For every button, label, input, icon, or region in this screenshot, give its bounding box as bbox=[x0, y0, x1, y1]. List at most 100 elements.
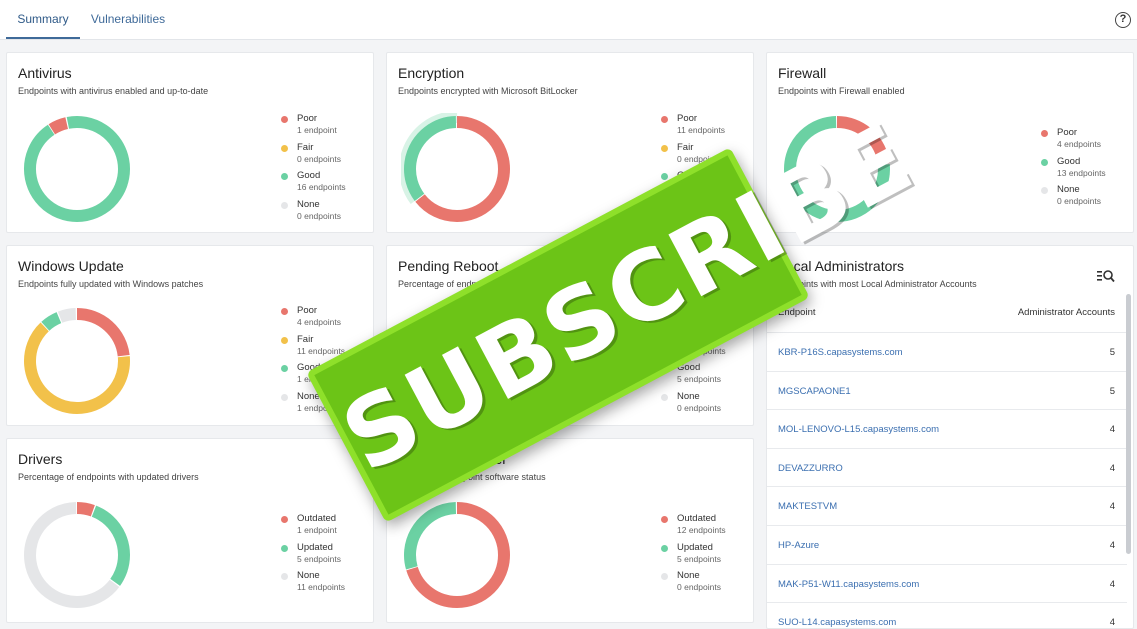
legend-item-good[interactable]: Good 13 endpoints bbox=[1041, 156, 1106, 185]
legend-count: 16 endpoints bbox=[297, 182, 346, 192]
endpoint-link[interactable]: MOL-LENOVO-L15.capasystems.com bbox=[778, 424, 939, 435]
table-row: MGSCAPAONE1 5 bbox=[767, 370, 1127, 410]
endpoint-link[interactable]: MGSCAPAONE1 bbox=[778, 386, 851, 397]
local-administrators-card: Local Administrators Endpoints with most… bbox=[766, 245, 1134, 629]
table-row: DEVAZZURRO 4 bbox=[767, 447, 1127, 487]
card-title: Firewall bbox=[778, 65, 827, 81]
legend-count: 0 endpoints bbox=[297, 210, 341, 221]
legend-count: 1 endpoint bbox=[297, 525, 337, 535]
endpoint-link[interactable]: MAK-P51-W11.capasystems.com bbox=[778, 579, 919, 590]
admin-account-count: 4 bbox=[1109, 462, 1115, 474]
legend-item-good[interactable]: Good 16 endpoints bbox=[281, 170, 346, 199]
legend-count: 5 endpoints bbox=[677, 374, 721, 384]
donut-chart[interactable] bbox=[401, 499, 513, 611]
legend-dot-icon bbox=[281, 393, 288, 401]
legend-count: 0 endpoints bbox=[297, 153, 341, 164]
legend-item-outdated[interactable]: Outdated 12 endpoints bbox=[661, 513, 726, 542]
legend-item-none[interactable]: None0 endpoints bbox=[661, 391, 726, 420]
card-subtitle: Percentage of endpoints with updated dri… bbox=[18, 472, 199, 482]
table-row: MOL-LENOVO-L15.capasystems.com 4 bbox=[767, 409, 1127, 448]
legend-count: 0 endpoints bbox=[1057, 196, 1101, 206]
endpoint-link[interactable]: DEVAZZURRO bbox=[778, 463, 843, 474]
legend-label: Updated bbox=[297, 541, 333, 553]
drivers-card[interactable]: Drivers Percentage of endpoints with upda… bbox=[6, 438, 374, 623]
tab-summary[interactable]: Summary bbox=[6, 0, 80, 39]
legend-item-poor[interactable]: Poor 4 endpoints bbox=[281, 305, 345, 334]
legend-item-poor[interactable]: Poor 1 endpoint bbox=[281, 113, 346, 142]
legend-count: 4 endpoints bbox=[1057, 139, 1101, 149]
legend-label: Poor bbox=[297, 113, 318, 124]
legend-label: Fair bbox=[297, 141, 314, 153]
endpoint-link[interactable]: MAKTESTVM bbox=[778, 501, 837, 512]
donut-chart[interactable] bbox=[21, 113, 133, 225]
legend-dot-icon bbox=[281, 116, 288, 123]
legend-dot-icon bbox=[281, 516, 288, 523]
chart-legend: Outdated 12 endpoints Updated 5 endpoints No… bbox=[661, 513, 726, 599]
windows-update-card[interactable]: Windows Update Endpoints fully updated wi… bbox=[6, 245, 374, 426]
legend-item-none[interactable]: None0 endpoints bbox=[1041, 184, 1106, 213]
legend-count: 13 endpoints bbox=[1057, 167, 1106, 178]
legend-item-updated[interactable]: Updated 5 endpoints bbox=[661, 542, 726, 571]
donut-segment-none bbox=[24, 308, 130, 414]
top-tab-bar: Summary Vulnerabilities ? bbox=[0, 0, 1137, 40]
legend-item-updated[interactable]: Updated 5 endpoints bbox=[281, 542, 345, 571]
legend-label: Poor bbox=[677, 113, 698, 124]
legend-count: 4 endpoints bbox=[297, 317, 341, 327]
legend-dot-icon bbox=[281, 144, 288, 152]
local-administrators-table: KBR-P16S.capasystems.com 5 MGSCAPAONE1 5 MOL… bbox=[767, 332, 1127, 629]
legend-dot-icon bbox=[661, 393, 668, 401]
legend-item-fair[interactable]: Fair 0 endpoints bbox=[281, 142, 346, 171]
legend-label: Fair bbox=[677, 141, 694, 153]
legend-dot-icon bbox=[1041, 187, 1048, 194]
legend-dot-icon bbox=[661, 544, 668, 552]
legend-item-none[interactable]: None 11 endpoints bbox=[281, 570, 345, 599]
tab-vulnerabilities[interactable]: Vulnerabilities bbox=[82, 0, 174, 39]
legend-dot-icon bbox=[1041, 158, 1048, 166]
legend-item-poor[interactable]: Poor 4 endpoints bbox=[1041, 127, 1106, 156]
table-row: SUO-L14.capasystems.com 4 bbox=[767, 602, 1127, 629]
admin-account-count: 5 bbox=[1109, 347, 1115, 358]
legend-dot-icon bbox=[661, 116, 668, 123]
legend-dot-icon bbox=[281, 573, 288, 580]
card-title: Pending Reboot bbox=[398, 258, 499, 274]
donut-hover-highlight bbox=[401, 113, 513, 225]
endpoint-link[interactable]: HP-Azure bbox=[778, 540, 819, 551]
table-row: HP-Azure 4 bbox=[767, 524, 1127, 564]
legend-item-none[interactable]: None0 endpoints bbox=[661, 570, 726, 599]
legend-item-none[interactable]: None0 endpoints bbox=[281, 199, 346, 228]
question-circle-icon[interactable]: ? bbox=[1115, 12, 1131, 28]
endpoint-link[interactable]: KBR-P16S.capasystems.com bbox=[778, 347, 903, 358]
legend-label: Fair bbox=[297, 333, 314, 345]
legend-label: None bbox=[677, 570, 700, 581]
local-administrators-subtitle: Endpoints with most Local Administrator … bbox=[778, 279, 977, 289]
antivirus-card[interactable]: Antivirus Endpoints with antivirus enable… bbox=[6, 52, 374, 233]
legend-label: Outdated bbox=[677, 513, 717, 524]
donut-segment-none bbox=[23, 502, 130, 608]
scrollbar[interactable] bbox=[1126, 294, 1131, 554]
legend-dot-icon bbox=[661, 144, 668, 152]
chart-legend: Poor 4 endpoints Good 13 endpoints None 0 end… bbox=[1041, 127, 1106, 213]
legend-count: 5 endpoints bbox=[677, 553, 721, 564]
donut-chart[interactable] bbox=[401, 113, 513, 225]
legend-item-outdated[interactable]: Outdated 1 endpoint bbox=[281, 513, 345, 542]
admin-account-count: 5 bbox=[1109, 385, 1115, 397]
endpoint-link[interactable]: SUO-L14.capasystems.com bbox=[778, 617, 896, 628]
table-search-icon[interactable] bbox=[1097, 269, 1115, 283]
legend-label: None bbox=[297, 570, 320, 581]
column-header-administrator-accounts[interactable]: Administrator Accounts bbox=[1018, 307, 1115, 318]
donut-chart[interactable] bbox=[21, 499, 133, 611]
legend-count: 11 endpoints bbox=[297, 582, 346, 592]
admin-account-count: 4 bbox=[1109, 424, 1115, 436]
legend-count: 12 endpoints bbox=[677, 525, 726, 535]
legend-label: Poor bbox=[1057, 127, 1078, 138]
chart-legend: Outdated 1 endpoint Updated 5 endpoints None… bbox=[281, 513, 345, 599]
table-row: MAK-P51-W11.capasystems.com 4 bbox=[767, 563, 1127, 603]
legend-label: None bbox=[297, 198, 320, 210]
legend-item-poor[interactable]: Poor 11 endpoints bbox=[661, 113, 725, 142]
legend-count: 5 endpoints bbox=[297, 553, 341, 564]
card-title: Windows Update bbox=[18, 258, 124, 274]
legend-label: Good bbox=[297, 170, 321, 181]
donut-chart[interactable] bbox=[21, 305, 133, 417]
legend-dot-icon bbox=[281, 365, 288, 372]
donut-segment-updated bbox=[404, 502, 510, 608]
